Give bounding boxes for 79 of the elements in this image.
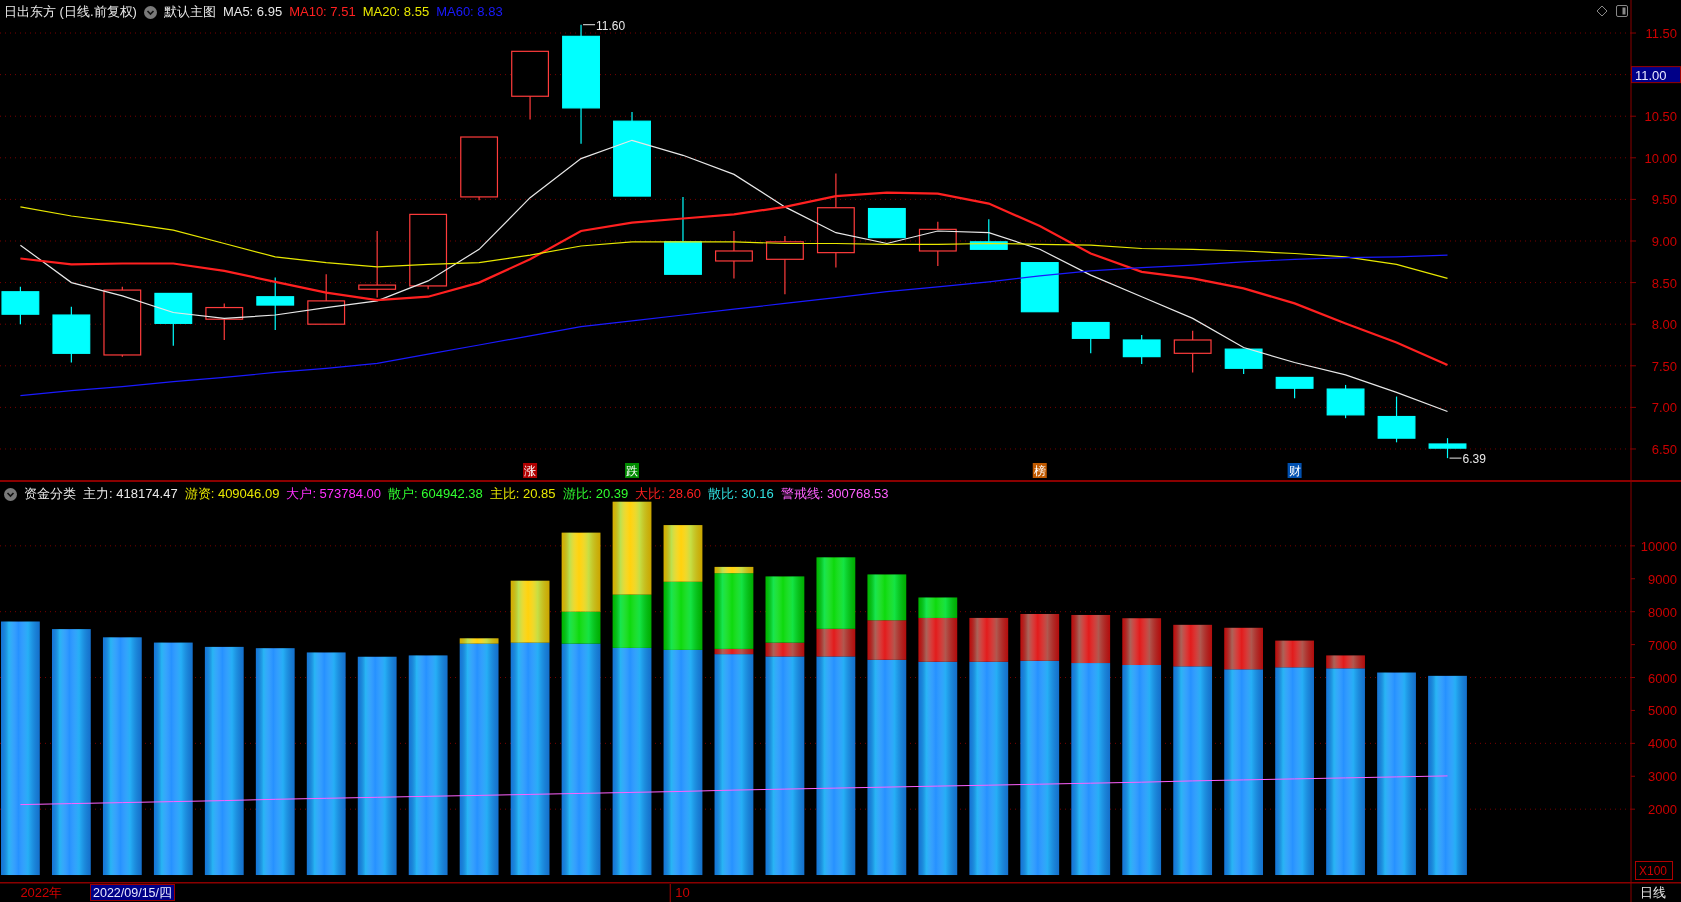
axis-label: 3000 (1648, 769, 1677, 785)
legend-item: MA5: 6.95 (222, 4, 283, 20)
legend-item: 大户: 573784.00 (286, 486, 382, 502)
bar (867, 574, 907, 621)
candlestick (511, 50, 549, 121)
legend-item: 警戒线: 300768.53 (780, 486, 889, 502)
candlestick (358, 230, 397, 299)
event-badge[interactable]: 跌 (625, 463, 639, 478)
legend-item: 散户: 604942.38 (388, 486, 483, 502)
bar (663, 525, 703, 582)
legend-item: MA10: 7.51 (289, 4, 356, 20)
candlestick (307, 273, 346, 325)
legend-item: MA20: 8.55 (362, 4, 430, 20)
tick-mark (669, 883, 671, 902)
unit-label: X100 (1635, 861, 1673, 880)
axis-label: 4000 (1648, 736, 1677, 752)
axis-label: 2000 (1648, 802, 1677, 818)
legend-item: 游资: 409046.09 (184, 486, 280, 502)
chevron-icon[interactable] (4, 487, 17, 501)
axis-label: 8.50 (1651, 275, 1677, 291)
candlestick (1, 286, 40, 325)
candlestick (103, 286, 142, 358)
legend-item: 主比: 20.85 (489, 486, 556, 502)
candlestick (1122, 334, 1161, 365)
axis-label: 8.00 (1651, 317, 1677, 333)
time-axis-label: 2022年 (20, 885, 63, 900)
axis-label: 7000 (1648, 637, 1677, 653)
axis-label: 5000 (1648, 703, 1677, 719)
axis-label: 7.50 (1651, 358, 1677, 374)
axis-label: 9.50 (1651, 192, 1677, 208)
candlestick (1173, 330, 1212, 374)
leader-line (582, 24, 596, 26)
panel-icon[interactable] (1616, 5, 1628, 17)
legend-item: 游比: 20.39 (562, 486, 629, 502)
candlestick (1224, 348, 1263, 375)
price-cursor-label: 11.00 (1631, 66, 1681, 84)
legend-item: 散比: 30.16 (708, 486, 774, 502)
time-axis-label: 10 (675, 885, 690, 900)
candlestick (52, 306, 91, 364)
candlestick (765, 235, 804, 295)
axis-label: 6000 (1648, 670, 1677, 686)
diamond-icon[interactable] (1596, 5, 1608, 17)
event-badge[interactable]: 涨 (523, 463, 538, 478)
candlestick (1071, 321, 1110, 354)
event-badge[interactable]: 财 (1287, 463, 1302, 478)
indicator-title[interactable]: 资金分类 (24, 486, 76, 502)
chevron-icon[interactable] (143, 5, 157, 19)
axis-label: 10.50 (1644, 109, 1677, 125)
candlestick (1275, 376, 1314, 399)
template-label[interactable]: 默认主图 (163, 4, 216, 20)
legend-item: MA60: 8.83 (436, 4, 503, 20)
candlestick (1020, 262, 1059, 313)
candlestick (205, 302, 244, 341)
axis-label: 8000 (1648, 604, 1677, 620)
candlestick (918, 221, 957, 267)
event-badge[interactable]: 榜 (1032, 463, 1047, 478)
axis-label: 9.00 (1651, 234, 1677, 249)
candlestick (1326, 384, 1365, 419)
candlestick (460, 136, 499, 201)
legend-item: 大比: 28.60 (635, 486, 702, 502)
candlestick (1377, 395, 1416, 443)
axis-label: 10.00 (1644, 150, 1677, 166)
axis-label: 6.50 (1651, 441, 1677, 457)
leader-line (1449, 457, 1462, 459)
chart-title: 日出东方 (日线.前复权) (4, 4, 137, 20)
candlestick (256, 277, 295, 331)
axis-label: 7.00 (1651, 400, 1677, 416)
candlestick (715, 230, 753, 280)
candlestick (969, 218, 1008, 250)
price-label: 11.60 (596, 18, 626, 33)
period-label: 日线 (1640, 885, 1666, 900)
candlestick (867, 207, 906, 239)
legend-item: 主力: 418174.47 (83, 486, 178, 502)
axis-label: 11.50 (1645, 26, 1677, 42)
date-cursor-label: 2022/09/15/四 (90, 884, 175, 901)
candlestick (154, 292, 193, 347)
axis-label: 9000 (1648, 571, 1677, 587)
price-label: 6.39 (1462, 452, 1486, 467)
axis-label: 10000 (1640, 538, 1677, 554)
